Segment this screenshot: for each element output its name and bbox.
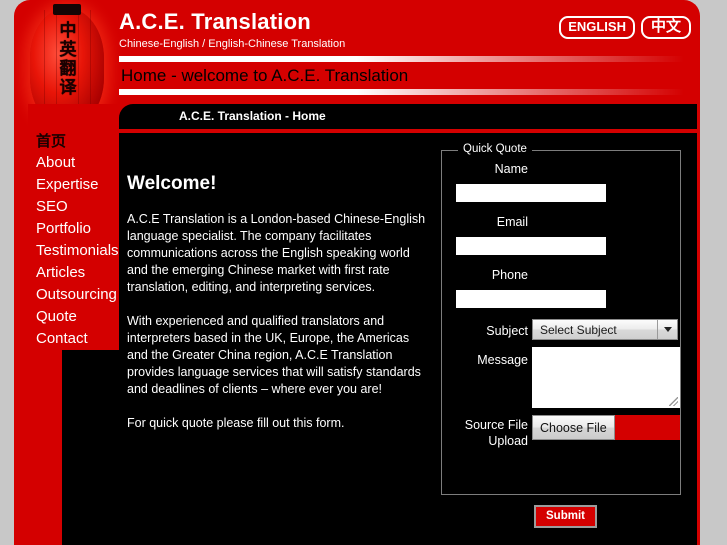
welcome-paragraph-3: For quick quote please fill out this for…	[127, 416, 345, 430]
chevron-down-icon	[657, 320, 677, 339]
brand-title: A.C.E. Translation	[119, 9, 311, 34]
welcome-heading: Welcome!	[127, 173, 217, 194]
sidebar-item-outsourcing[interactable]: Outsourcing	[32, 284, 132, 306]
welcome-paragraph-2: With experienced and qualified translato…	[127, 314, 421, 396]
phone-input[interactable]	[456, 290, 606, 308]
upload-label-line2: Upload	[488, 434, 528, 448]
tab-home[interactable]: A.C.E. Translation - Home	[179, 109, 326, 123]
email-input[interactable]	[456, 237, 606, 255]
resize-grip-icon[interactable]	[669, 397, 678, 406]
language-switcher: ENGLISH 中文	[559, 16, 691, 39]
divider-rule-top	[119, 56, 684, 62]
quick-quote-legend: Quick Quote	[458, 143, 532, 155]
choose-file-button[interactable]: Choose File	[532, 415, 615, 440]
subject-selected-value: Select Subject	[540, 322, 617, 337]
sidebar: 首页 About Expertise SEO Portfolio Testimo…	[28, 104, 132, 350]
lantern-rib	[44, 10, 45, 118]
sidebar-nav: 首页 About Expertise SEO Portfolio Testimo…	[32, 130, 132, 350]
sidebar-item-home[interactable]: 首页	[32, 130, 132, 152]
subject-label: Subject	[486, 324, 528, 338]
sidebar-item-portfolio[interactable]: Portfolio	[32, 218, 132, 240]
email-label: Email	[496, 215, 528, 229]
submit-button[interactable]: Submit	[534, 505, 597, 528]
sidebar-lower-red-strip	[28, 350, 62, 545]
sidebar-item-about[interactable]: About	[32, 152, 132, 174]
sidebar-item-seo[interactable]: SEO	[32, 196, 132, 218]
sidebar-item-expertise[interactable]: Expertise	[32, 174, 132, 196]
content-panel: Welcome! A.C.E Translation is a London-b…	[119, 133, 697, 545]
sidebar-item-contact[interactable]: Contact	[32, 328, 132, 350]
message-label: Message	[477, 353, 528, 367]
language-button-chinese[interactable]: 中文	[640, 16, 691, 39]
message-textarea[interactable]	[532, 347, 680, 408]
lantern-cap-top	[53, 4, 81, 15]
lantern-rib	[90, 10, 91, 118]
tab-bar: A.C.E. Translation - Home	[119, 104, 697, 129]
name-label: Name	[494, 162, 528, 176]
quick-quote-fieldset: Quick Quote Name Email Phone Subject Sel…	[441, 143, 681, 495]
sidebar-item-articles[interactable]: Articles	[32, 262, 132, 284]
file-upload-field[interactable]: Choose File	[532, 415, 680, 440]
phone-label: Phone	[491, 268, 528, 282]
name-input[interactable]	[456, 184, 606, 202]
subject-select[interactable]: Select Subject	[532, 319, 678, 340]
site-page-frame: 中英翻译 A.C.E. Translation Chinese-English …	[14, 0, 700, 545]
language-button-english[interactable]: ENGLISH	[559, 16, 635, 39]
sidebar-item-testimonials[interactable]: Testimonials	[32, 240, 132, 262]
lantern-characters: 中英翻译	[59, 21, 77, 98]
content-shell: A.C.E. Translation - Home Welcome! A.C.E…	[119, 104, 697, 545]
brand-subtitle: Chinese-English / English-Chinese Transl…	[119, 38, 346, 50]
page-title-band: Home - welcome to A.C.E. Translation	[119, 56, 700, 100]
divider-rule-bottom	[119, 89, 684, 95]
sidebar-item-quote[interactable]: Quote	[32, 306, 132, 328]
welcome-column: Welcome! A.C.E Translation is a London-b…	[127, 173, 427, 449]
page-title: Home - welcome to A.C.E. Translation	[121, 66, 409, 85]
upload-label-line1: Source File	[464, 418, 528, 432]
source-file-upload-label: Source File Upload	[442, 417, 528, 449]
welcome-paragraph-1: A.C.E Translation is a London-based Chin…	[127, 212, 426, 294]
